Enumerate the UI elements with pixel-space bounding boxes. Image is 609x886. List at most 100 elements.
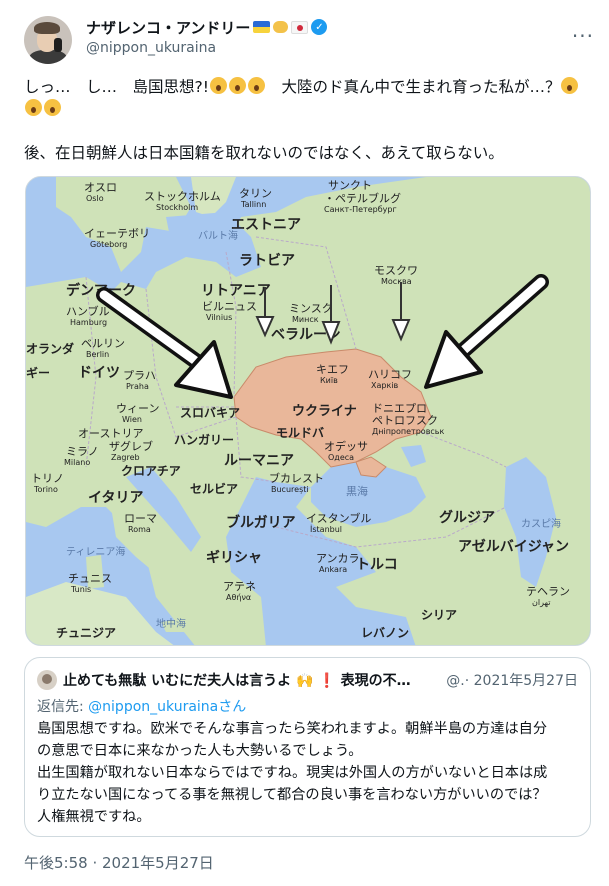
map-image[interactable]: エストニア ラトビア リトアニア デンマーク ベラルーシ オランダ ドイツ ウク… <box>25 176 591 646</box>
map-label-greece: ギリシャ <box>206 549 262 566</box>
map-label-rome-en: Roma <box>128 525 151 534</box>
map-label-tehran-en: تهران <box>532 598 550 607</box>
quoted-line: 人権無視ですね。 <box>37 809 151 825</box>
map-label-dnipro-ru: Дніпропетровськ <box>372 427 445 436</box>
map-label-ankara: アンカラ <box>316 552 360 565</box>
map-label-milan: ミラノ <box>66 445 99 458</box>
map-label-milan-en: Milano <box>64 458 90 467</box>
astonished-emoji-icon <box>25 99 42 116</box>
map-label-tallinn-en: Tallinn <box>240 200 266 209</box>
quoted-line: 島国思想ですね。欧米でそんな事言ったら笑われますよ。朝鮮半島の方達は自分 <box>37 721 548 737</box>
map-label-prague-en: Praha <box>126 382 149 391</box>
map-label-tunis-en: Tunis <box>70 585 91 594</box>
astonished-emoji-icon <box>209 77 227 94</box>
map-label-spb-1: サンクト <box>328 179 372 192</box>
quoted-line: り立たない国になってる事を無視して都合の良い事を言わない方がいいのでは？ <box>37 787 547 803</box>
map-label-georgia: グルジア <box>439 509 495 526</box>
display-name-row[interactable]: ナザレンコ・アンドリー ✓ <box>86 16 328 38</box>
reply-mention-link[interactable]: @nippon_ukurainaさん <box>88 699 246 715</box>
map-label-caspian: カスピ海 <box>521 517 561 530</box>
map-label-hamburg: ハンブル <box>66 304 110 318</box>
map-label-goteborg: イェーテボリ <box>84 227 150 240</box>
quoted-avatar[interactable] <box>37 670 57 690</box>
tweet-timestamp[interactable]: 午後5:58 · 2021年5月27日 <box>24 852 214 873</box>
map-label-bucharest: ブカレスト <box>269 471 324 485</box>
map-label-kyiv: キエフ <box>316 363 349 376</box>
author-names: ナザレンコ・アンドリー ✓ @nippon_ukuraina <box>86 16 328 56</box>
handshake-icon <box>273 21 289 33</box>
map-label-syria: シリア <box>421 608 457 622</box>
map-label-minsk-ru: Минск <box>292 315 319 324</box>
map-label-slovakia: スロバキア <box>180 406 240 420</box>
quoted-line: の意思で日本に来なかった人も大勢いるでしょう。 <box>37 743 363 759</box>
map-label-goteborg-en: Göteborg <box>90 240 127 249</box>
astonished-emoji-icon <box>44 99 61 116</box>
tweet-header: ナザレンコ・アンドリー ✓ @nippon_ukuraina ··· <box>24 12 594 68</box>
map-label-tunis: チュニス <box>68 572 112 585</box>
map-label-moldova: モルドバ <box>276 426 324 440</box>
japan-flag-icon <box>291 20 309 34</box>
map-label-romania: ルーマニア <box>224 453 294 469</box>
map-label-odessa-ru: Одеса <box>328 453 354 462</box>
map-label-netherlands: オランダ <box>26 341 74 356</box>
map-label-stockholm: ストックホルム <box>144 190 221 203</box>
map-label-stockholm-en: Stockholm <box>156 203 198 212</box>
tweet-text: しっ… し… 島国思想?! 大陸のド真ん中で生まれ育った私が…？ 後、在日朝鮮人… <box>24 76 584 186</box>
map-label-vienna: ウィーン <box>116 402 159 415</box>
map-label-berlin-en: Berlin <box>86 350 109 359</box>
astonished-emoji-icon <box>228 77 246 94</box>
map-label-rome: ローマ <box>124 512 157 525</box>
map-label-vienna-en: Wien <box>122 415 142 424</box>
map-label-turkey: トルコ <box>356 557 398 573</box>
map-label-hamburg-en: Hamburg <box>70 318 107 327</box>
map-label-tehran: テヘラン <box>526 585 570 598</box>
handle[interactable]: @nippon_ukuraina <box>86 40 327 56</box>
map-label-croatia: クロアチア <box>121 464 181 478</box>
map-label-black-sea: 黒海 <box>346 484 368 498</box>
map-label-odessa: オデッサ <box>324 439 368 453</box>
map-label-italy: イタリア <box>88 490 143 506</box>
map-label-estonia: エストニア <box>231 217 301 233</box>
map-label-prague: プラハ <box>123 369 156 382</box>
quoted-handle-date[interactable]: @.· 2021年5月27日 <box>446 670 578 690</box>
more-options-icon[interactable]: ··· <box>572 24 594 48</box>
ukraine-flag-icon <box>253 21 271 33</box>
avatar[interactable] <box>24 16 72 64</box>
map-label-bucharest-en: București <box>271 485 309 495</box>
map-label-istanbul-en: İstanbul <box>310 524 342 534</box>
map-svg: エストニア ラトビア リトアニア デンマーク ベラルーシ オランダ ドイツ ウク… <box>26 177 590 645</box>
map-label-athens-en: Αθήνα <box>226 593 251 602</box>
map-label-kharkiv-ru: Харків <box>371 381 399 390</box>
map-label-lithuania: リトアニア <box>201 283 271 299</box>
verified-badge-icon: ✓ <box>311 19 328 35</box>
map-label-kharkiv: ハリコフ <box>368 368 412 381</box>
map-label-kyiv-ru: Київ <box>320 376 338 385</box>
map-label-mediterranean: 地中海 <box>156 617 186 630</box>
map-label-tunisia: チュニジア <box>56 626 116 640</box>
tweet-line-1: しっ… し… 島国思想?! 大陸のド真ん中で生まれ育った私が…？ <box>24 76 584 120</box>
quoted-tweet-header: 止めても無駄 いむにだ夫人は言うよ 🙌 ❗ 表現の不… @.· 2021年5月2… <box>37 670 578 690</box>
map-label-ukraine: ウクライナ <box>292 404 357 419</box>
map-label-istanbul: イスタンブル <box>306 511 371 525</box>
map-label-tallinn: タリン <box>239 187 272 200</box>
raised-hands-emoji-icon: 🙌 <box>296 673 314 689</box>
quoted-tweet[interactable]: 止めても無駄 いむにだ夫人は言うよ 🙌 ❗ 表現の不… @.· 2021年5月2… <box>24 657 591 837</box>
reply-to: 返信先: @nippon_ukurainaさん <box>37 699 247 715</box>
map-label-oslo: オスロ <box>84 181 117 194</box>
map-label-oslo-en: Oslo <box>86 194 104 203</box>
astonished-emoji-icon <box>561 77 579 94</box>
map-label-dnipro-2: ペトロフスク <box>372 414 438 427</box>
map-label-latvia: ラトビア <box>239 253 295 269</box>
map-label-zagreb-en: Zagreb <box>111 453 140 462</box>
quoted-display-name[interactable]: 止めても無駄 いむにだ夫人は言うよ 🙌 ❗ 表現の不… <box>63 670 411 690</box>
quoted-line: 出生国籍が取れない日本ならではですね。現実は外国人の方がいないと日本は成 <box>37 765 548 781</box>
astonished-emoji-icon <box>247 77 265 94</box>
map-label-moscow-ru: Москва <box>381 277 412 286</box>
map-label-azerbaijan: アゼルバイジャン <box>458 538 569 555</box>
display-name[interactable]: ナザレンコ・アンドリー <box>86 17 250 38</box>
map-label-vilnius-en: Vilnius <box>206 313 232 322</box>
map-label-torino: トリノ <box>31 472 64 485</box>
map-label-torino-en: Torino <box>33 485 58 494</box>
map-label-baltic: バルト海 <box>198 229 238 242</box>
map-label-athens: アテネ <box>223 580 256 593</box>
